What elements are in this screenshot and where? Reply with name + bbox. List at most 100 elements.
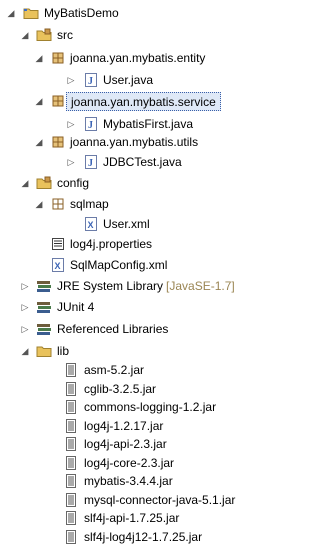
source-folder-icon xyxy=(36,27,52,43)
tree-item-label: log4j-core-2.3.jar xyxy=(84,455,175,470)
java-file-icon: J xyxy=(83,72,99,88)
tree-item-label: Referenced Libraries xyxy=(57,322,169,336)
package-icon xyxy=(50,196,66,212)
jar-file-icon xyxy=(63,418,79,434)
svg-text:X: X xyxy=(88,220,94,230)
tree-item-label: asm-5.2.jar xyxy=(84,363,145,377)
tree-item-log4j-properties[interactable]: log4j.properties xyxy=(0,233,263,255)
library-icon xyxy=(36,299,52,315)
expand-icon[interactable]: ▷ xyxy=(20,324,30,334)
collapse-icon[interactable]: ◢ xyxy=(34,199,44,209)
tree-item-jar[interactable]: log4j-core-2.3.jar xyxy=(0,454,263,472)
jar-file-icon xyxy=(63,529,79,545)
tree-item-jar[interactable]: log4j-api-2.3.jar xyxy=(0,435,263,453)
expand-icon[interactable]: ▷ xyxy=(66,75,76,85)
collapse-icon[interactable]: ◢ xyxy=(20,346,30,356)
collapse-icon[interactable]: ◢ xyxy=(20,30,30,40)
tree-item-label: slf4j-log4j12-1.7.25.jar xyxy=(84,529,203,544)
tree-item-config[interactable]: ◢ config xyxy=(0,172,263,194)
tree-item-label: joanna.yan.mybatis.entity xyxy=(70,51,206,65)
jar-file-icon xyxy=(63,381,79,397)
jar-file-icon xyxy=(63,362,79,378)
tree-item-junit[interactable]: ▷ JUnit 4 xyxy=(0,296,263,318)
tree-item-sqlmapconfig-xml[interactable]: X SqlMapConfig.xml xyxy=(0,254,263,276)
tree-item-package-entity[interactable]: ◢ joanna.yan.mybatis.entity xyxy=(0,47,263,69)
collapse-icon[interactable]: ◢ xyxy=(20,178,30,188)
expand-icon[interactable]: ▷ xyxy=(66,119,76,129)
tree-item-src[interactable]: ◢ src xyxy=(0,24,263,46)
jar-file-icon xyxy=(63,455,79,471)
selection-highlight: joanna.yan.mybatis.service xyxy=(66,92,221,111)
tree-item-label: log4j-1.2.17.jar xyxy=(84,418,164,433)
tree-item-lib[interactable]: ◢ lib xyxy=(0,340,263,362)
expand-icon[interactable]: ▷ xyxy=(66,157,76,167)
java-file-icon: J xyxy=(83,154,99,170)
tree-item-label: src xyxy=(57,28,73,42)
xml-file-icon: X xyxy=(50,257,66,273)
tree-item-jar[interactable]: mysql-connector-java-5.1.jar xyxy=(0,491,263,509)
tree-item-label: mybatis-3.4.4.jar xyxy=(84,474,173,488)
svg-text:X: X xyxy=(55,261,61,271)
tree-item-label: SqlMapConfig.xml xyxy=(70,258,168,272)
tree-item-label: MyBatisDemo xyxy=(44,6,119,20)
collapse-icon[interactable]: ◢ xyxy=(34,53,44,63)
tree-item-label: User.java xyxy=(103,73,154,87)
tree-item-label: lib xyxy=(57,344,70,358)
collapse-icon[interactable]: ◢ xyxy=(6,8,16,18)
tree-item-package-utils[interactable]: ◢ joanna.yan.mybatis.utils xyxy=(0,131,263,153)
tree-item-referenced-libraries[interactable]: ▷ Referenced Libraries xyxy=(0,318,263,340)
expand-icon[interactable]: ▷ xyxy=(20,302,30,312)
tree-item-label: mysql-connector-java-5.1.jar xyxy=(84,492,236,507)
tree-item-jar[interactable]: slf4j-api-1.7.25.jar xyxy=(0,509,263,527)
tree-item-jre-library[interactable]: ▷ JRE System Library [JavaSE-1.7] xyxy=(0,275,263,297)
tree-item-package-service[interactable]: ◢ joanna.yan.mybatis.service xyxy=(0,90,263,112)
tree-item-jar[interactable]: log4j-1.2.17.jar xyxy=(0,417,263,435)
tree-item-sqlmap[interactable]: ◢ sqlmap xyxy=(0,193,263,215)
xml-file-icon: X xyxy=(83,216,99,232)
jre-version-decoration: [JavaSE-1.7] xyxy=(166,279,235,293)
tree-item-label: config xyxy=(57,176,90,190)
tree-item-jdbctest-java[interactable]: ▷ J JDBCTest.java xyxy=(0,151,263,173)
folder-icon xyxy=(36,343,52,359)
jar-file-icon xyxy=(63,473,79,489)
collapse-icon[interactable]: ◢ xyxy=(34,96,44,106)
tree-item-user-java[interactable]: ▷ J User.java xyxy=(0,69,263,91)
tree-item-label: JDBCTest.java xyxy=(103,155,182,169)
tree-item-jar[interactable]: mybatis-3.4.4.jar xyxy=(0,472,263,490)
jar-file-icon xyxy=(63,492,79,508)
jar-file-icon xyxy=(63,510,79,526)
project-folder-icon xyxy=(23,5,39,21)
package-icon xyxy=(50,134,66,150)
tree-item-user-xml[interactable]: X User.xml xyxy=(0,213,263,235)
jar-file-icon xyxy=(63,399,79,415)
tree-item-label: joanna.yan.mybatis.service xyxy=(71,94,216,109)
tree-item-label: MybatisFirst.java xyxy=(103,117,194,131)
tree-item-jar[interactable]: slf4j-log4j12-1.7.25.jar xyxy=(0,528,263,546)
tree-item-label: commons-logging-1.2.jar xyxy=(84,400,217,414)
source-folder-icon xyxy=(36,175,52,191)
tree-item-label: sqlmap xyxy=(70,197,109,211)
tree-item-project[interactable]: ◢ MyBatisDemo xyxy=(0,2,263,24)
tree-item-jar[interactable]: commons-logging-1.2.jar xyxy=(0,398,263,416)
collapse-icon[interactable]: ◢ xyxy=(34,137,44,147)
tree-item-label: joanna.yan.mybatis.utils xyxy=(70,135,199,149)
package-icon xyxy=(50,50,66,66)
expand-icon[interactable]: ▷ xyxy=(20,281,30,291)
tree-item-label: slf4j-api-1.7.25.jar xyxy=(84,511,180,525)
tree-item-label: JRE System Library xyxy=(57,279,164,293)
tree-item-label: log4j.properties xyxy=(70,237,153,251)
tree-item-jar[interactable]: cglib-3.2.5.jar xyxy=(0,380,263,398)
library-icon xyxy=(36,278,52,294)
tree-item-label: User.xml xyxy=(103,217,150,231)
svg-text:J: J xyxy=(88,120,93,131)
jar-file-icon xyxy=(63,436,79,452)
tree-item-jar[interactable]: asm-5.2.jar xyxy=(0,361,263,379)
package-explorer-tree: ◢ MyBatisDemo ◢ src ◢ joanna.yan.mybatis… xyxy=(0,0,263,546)
tree-item-label: cglib-3.2.5.jar xyxy=(84,381,157,396)
properties-file-icon xyxy=(50,236,66,252)
svg-text:J: J xyxy=(88,158,93,169)
library-icon xyxy=(36,321,52,337)
package-icon xyxy=(50,93,66,109)
tree-item-label: JUnit 4 xyxy=(57,300,95,314)
tree-item-label: log4j-api-2.3.jar xyxy=(84,437,167,451)
